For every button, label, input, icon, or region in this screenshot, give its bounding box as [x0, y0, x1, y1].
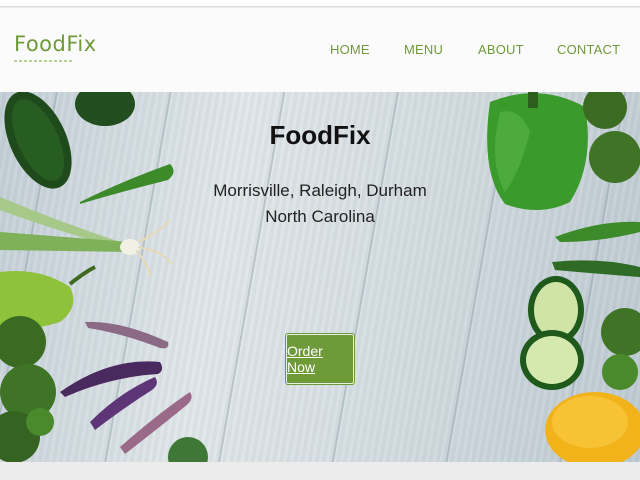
broccoli-illustration [0, 316, 56, 462]
hero-section: FoodFix Morrisville, Raleigh, Durham Nor… [0, 92, 640, 462]
browser-top-border [0, 0, 640, 7]
order-now-button[interactable]: Order Now [286, 334, 354, 384]
hero-location: Morrisville, Raleigh, Durham North Carol… [0, 178, 640, 230]
hero-location-state: North Carolina [265, 207, 375, 226]
site-logo[interactable]: FoodFix [14, 32, 97, 56]
nav-menu-link[interactable]: MENU [404, 42, 443, 57]
hero-title: FoodFix [269, 120, 371, 150]
nav-contact-link[interactable]: CONTACT [557, 42, 620, 57]
nav-about-link[interactable]: ABOUT [478, 42, 524, 57]
purple-bean-illustration [60, 321, 192, 454]
corn-illustration [545, 392, 640, 462]
nav-home-link[interactable]: HOME [330, 42, 370, 57]
page-bottom-strip [0, 462, 640, 480]
cucumber-slice-illustration [520, 276, 584, 390]
logo-decoration [14, 60, 74, 62]
hero-location-cities: Morrisville, Raleigh, Durham [213, 181, 427, 200]
navbar: FoodFix HOME MENU ABOUT CONTACT [0, 8, 640, 92]
